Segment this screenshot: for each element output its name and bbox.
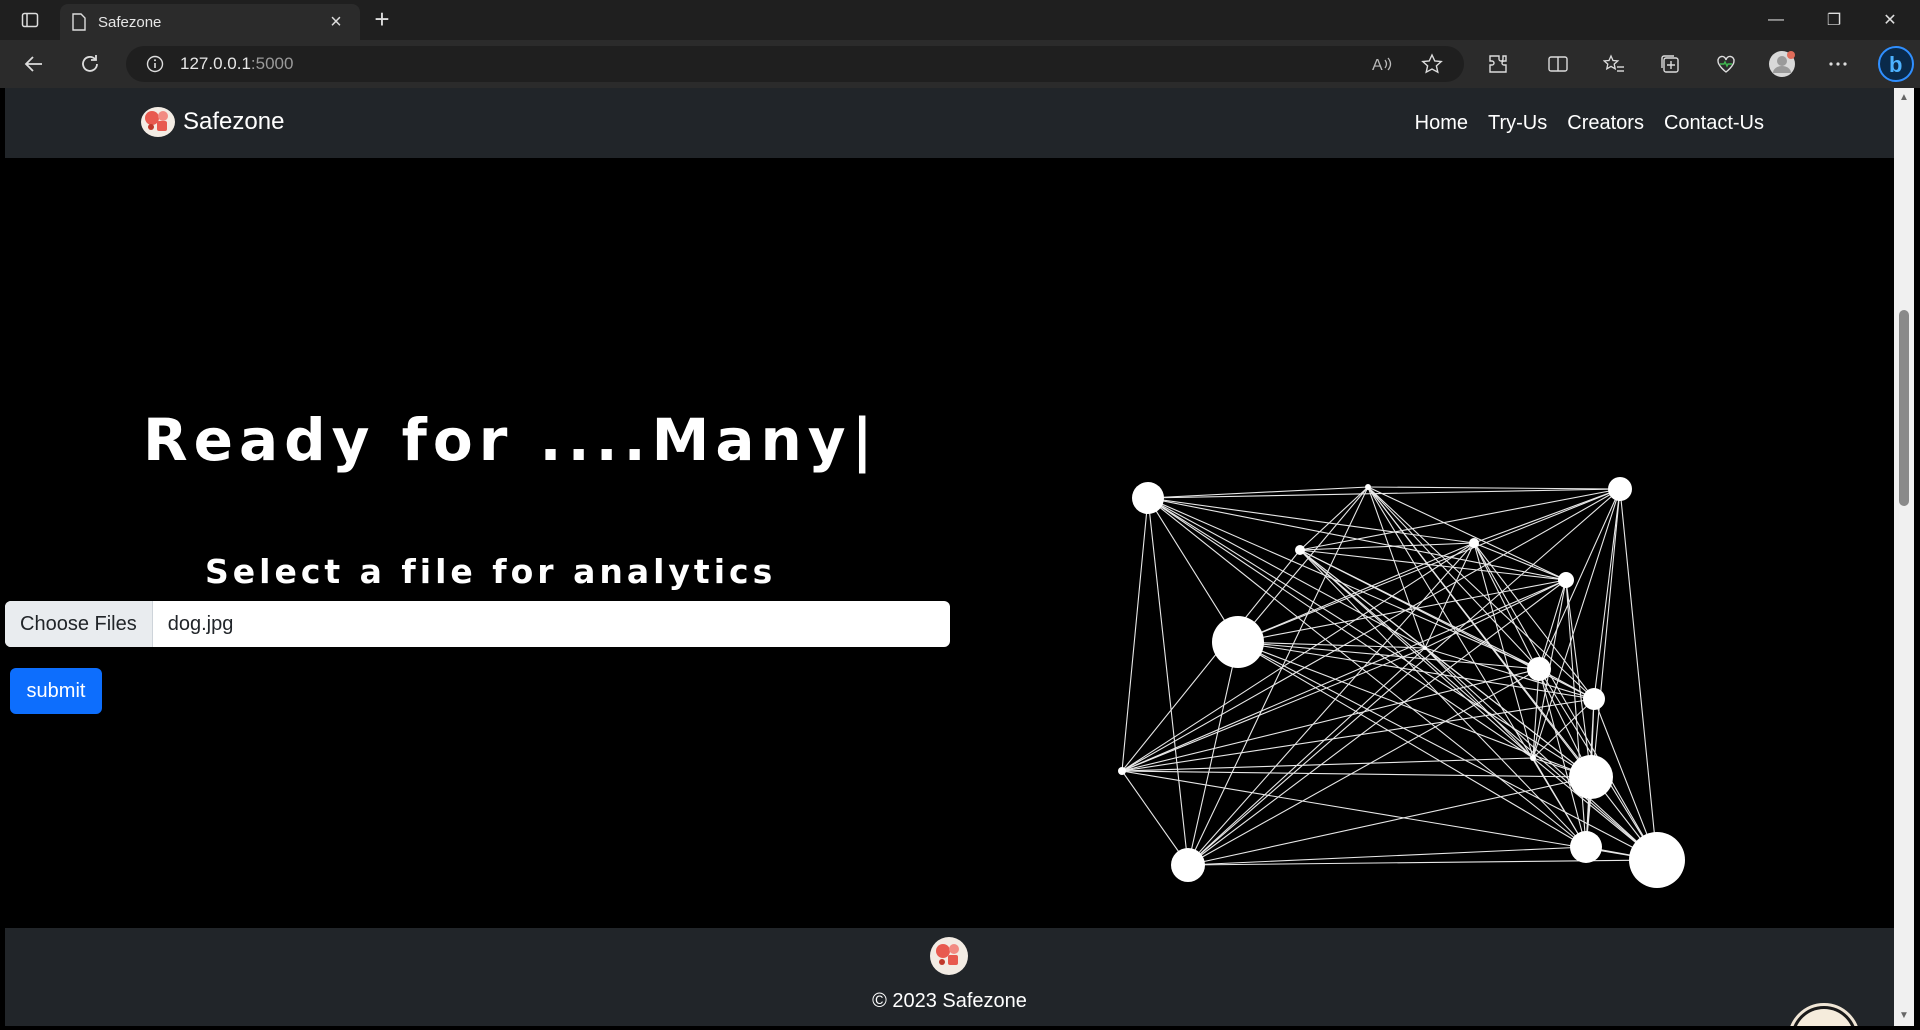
file-input[interactable]: Choose Files dog.jpg: [5, 601, 950, 647]
network-edge: [1147, 497, 1475, 544]
scroll-down-icon[interactable]: ▼: [1898, 1010, 1910, 1022]
web-page: Safezone Home Try-Us Creators Contact-Us…: [5, 88, 1894, 1026]
collections-icon[interactable]: [1656, 50, 1684, 78]
network-node: [1365, 484, 1371, 490]
network-node: [1132, 482, 1164, 514]
brand[interactable]: Safezone: [139, 106, 284, 138]
read-aloud-icon[interactable]: A: [1368, 50, 1396, 78]
tab-close-icon[interactable]: ×: [324, 11, 348, 34]
network-edge: [1299, 542, 1475, 551]
network-edge: [1147, 497, 1587, 848]
restore-button[interactable]: ❐: [1806, 0, 1862, 40]
network-edge: [1367, 486, 1540, 670]
selected-file-name: dog.jpg: [167, 612, 234, 635]
copilot-icon[interactable]: b: [1878, 46, 1914, 82]
tab-title: Safezone: [98, 13, 162, 31]
network-node: [1569, 755, 1613, 799]
network-edge: [1121, 770, 1592, 778]
favorites-icon[interactable]: [1600, 50, 1628, 78]
network-edge: [1147, 488, 1621, 499]
network-edge: [1473, 488, 1621, 544]
network-edges: [1121, 486, 1658, 866]
nav-link-try-us[interactable]: Try-Us: [1488, 112, 1547, 135]
safezone-logo-icon: [141, 107, 175, 137]
svg-text:A: A: [1372, 57, 1383, 74]
network-edge: [1237, 542, 1475, 643]
network-node: [1212, 616, 1264, 668]
network-node: [1423, 646, 1427, 650]
address-bar[interactable]: 127.0.0.1:5000: [126, 46, 1464, 82]
network-edge: [1237, 488, 1621, 643]
extensions-icon[interactable]: [1484, 50, 1512, 78]
scroll-thumb[interactable]: [1899, 310, 1909, 506]
choose-files-button[interactable]: Choose Files: [5, 601, 153, 647]
submit-button[interactable]: submit: [10, 668, 102, 714]
hero-typing-title: Ready for ....Many|: [143, 406, 879, 474]
site-navbar: Safezone Home Try-Us Creators Contact-Us: [5, 88, 1894, 158]
network-edge: [1299, 486, 1369, 551]
select-file-label: Select a file for analytics: [205, 552, 777, 591]
reload-icon[interactable]: [72, 48, 108, 80]
network-edge: [1187, 846, 1587, 866]
network-edge: [1121, 770, 1189, 866]
site-footer: © 2023 Safezone: [5, 928, 1894, 1026]
network-edge: [1187, 776, 1592, 866]
favorite-star-icon[interactable]: [1418, 50, 1446, 78]
network-edge: [1367, 486, 1595, 700]
site-info-icon[interactable]: [146, 55, 164, 73]
network-edge: [1299, 549, 1567, 581]
network-edge: [1187, 542, 1475, 866]
network-edge: [1147, 497, 1426, 649]
page-scrollbar[interactable]: ▲ ▼: [1894, 88, 1914, 1026]
nav-link-creators[interactable]: Creators: [1567, 112, 1644, 135]
browser-essentials-icon[interactable]: [1712, 50, 1740, 78]
url-host: 127.0.0.1: [180, 54, 251, 73]
network-node: [1570, 831, 1602, 863]
network-node: [1118, 767, 1126, 775]
network-edge: [1121, 497, 1149, 772]
network-node: [1558, 572, 1574, 588]
nav-link-home[interactable]: Home: [1415, 112, 1468, 135]
close-window-button[interactable]: ✕: [1862, 0, 1918, 40]
network-edge: [1187, 647, 1426, 866]
new-tab-button[interactable]: +: [368, 6, 396, 34]
network-node: [1608, 477, 1632, 501]
network-node: [1527, 657, 1551, 681]
network-node: [1530, 755, 1536, 761]
browser-tab[interactable]: Safezone ×: [60, 4, 360, 40]
network-edge: [1367, 486, 1567, 581]
url-port: :5000: [250, 54, 294, 73]
browser-tab-bar: Safezone × + — ❐ ✕: [0, 0, 1920, 40]
network-edge: [1237, 486, 1369, 643]
nav-links: Home Try-Us Creators Contact-Us: [1415, 112, 1764, 135]
brand-name: Safezone: [183, 108, 285, 135]
network-edge: [1299, 549, 1587, 848]
network-node: [1295, 545, 1305, 555]
network-node: [1469, 538, 1479, 548]
profile-avatar[interactable]: [1768, 50, 1796, 78]
more-options-icon[interactable]: [1824, 50, 1852, 78]
network-edge: [1593, 488, 1621, 700]
network-node: [1583, 688, 1605, 710]
footer-logo-icon: [930, 937, 968, 975]
page-icon: [72, 13, 86, 31]
browser-toolbar: 127.0.0.1:5000 A b: [0, 40, 1920, 88]
network-edge: [1121, 647, 1426, 772]
copyright-text: © 2023 Safezone: [872, 990, 1027, 1012]
svg-text:b: b: [1889, 52, 1902, 77]
network-edge: [1367, 486, 1621, 490]
split-screen-icon[interactable]: [1544, 50, 1572, 78]
network-edge: [1424, 579, 1567, 649]
network-node: [1629, 832, 1685, 888]
tab-actions-icon[interactable]: [16, 8, 44, 32]
back-icon[interactable]: [16, 48, 52, 80]
chat-icon: [1794, 1009, 1854, 1026]
scroll-up-icon[interactable]: ▲: [1898, 92, 1910, 104]
network-node: [1171, 848, 1205, 882]
nav-link-contact-us[interactable]: Contact-Us: [1664, 112, 1764, 135]
network-edge: [1619, 488, 1658, 861]
minimize-button[interactable]: —: [1748, 0, 1804, 40]
